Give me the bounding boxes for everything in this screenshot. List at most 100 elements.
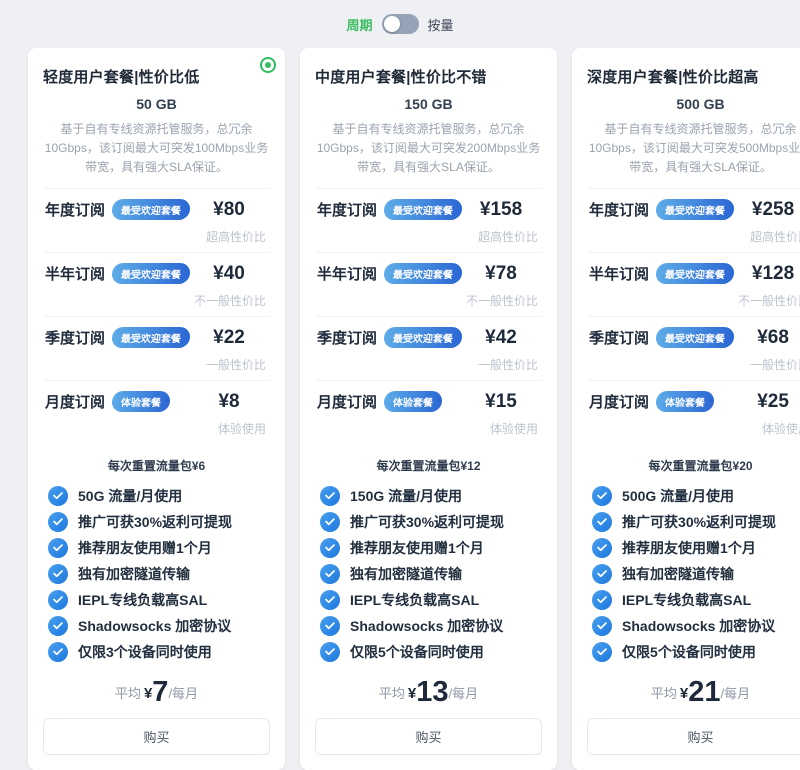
- subscription-row[interactable]: 季度订阅最受欢迎套餐¥68一般性价比: [587, 316, 800, 380]
- subscription-row[interactable]: 半年订阅最受欢迎套餐¥40不一般性价比: [43, 252, 270, 316]
- value-note: 一般性价比: [317, 356, 540, 373]
- subscription-label: 月度订阅: [589, 391, 649, 412]
- subscription-row[interactable]: 月度订阅体验套餐¥15体验使用: [315, 380, 542, 444]
- avg-suffix: /每月: [449, 686, 479, 701]
- avg-value: 13: [416, 676, 448, 708]
- subscription-row[interactable]: 年度订阅最受欢迎套餐¥258超高性价比: [587, 188, 800, 252]
- card-description: 基于自有专线资源托管服务，总冗余 10Gbps，该订阅最大可突发500Mbps业…: [588, 120, 800, 178]
- subscription-price: ¥78: [462, 263, 540, 285]
- selected-plan-icon: [260, 57, 276, 73]
- value-note: 一般性价比: [589, 356, 800, 373]
- subscription-row[interactable]: 季度订阅最受欢迎套餐¥22一般性价比: [43, 316, 270, 380]
- check-icon: [592, 538, 612, 558]
- subscription-row[interactable]: 年度订阅最受欢迎套餐¥158超高性价比: [315, 188, 542, 252]
- check-icon: [592, 642, 612, 662]
- popular-badge: 最受欢迎套餐: [655, 263, 734, 284]
- feature-item: IEPL专线负载高SAL: [320, 587, 542, 613]
- subscription-row[interactable]: 半年订阅最受欢迎套餐¥78不一般性价比: [315, 252, 542, 316]
- feature-text: Shadowsocks 加密协议: [622, 616, 775, 636]
- avg-currency: ¥: [680, 685, 688, 702]
- feature-item: 推广可获30%返利可提现: [320, 509, 542, 535]
- pricing-rows: 年度订阅最受欢迎套餐¥158超高性价比半年订阅最受欢迎套餐¥78不一般性价比季度…: [315, 188, 542, 444]
- toggle-label-metered[interactable]: 按量: [428, 15, 454, 34]
- value-note: 体验使用: [45, 420, 268, 437]
- feature-item: Shadowsocks 加密协议: [320, 613, 542, 639]
- check-icon: [592, 486, 612, 506]
- buy-button[interactable]: 购买: [43, 718, 270, 755]
- popular-badge: 最受欢迎套餐: [655, 327, 734, 348]
- pricing-card: 中度用户套餐|性价比不错 150 GB 基于自有专线资源托管服务，总冗余 10G…: [300, 48, 557, 770]
- avg-prefix: 平均: [651, 686, 677, 701]
- popular-badge: 最受欢迎套餐: [383, 263, 462, 284]
- buy-button[interactable]: 购买: [587, 718, 800, 755]
- check-icon: [592, 616, 612, 636]
- subscription-label: 年度订阅: [589, 199, 649, 220]
- feature-text: 仅限5个设备同时使用: [350, 642, 484, 662]
- subscription-row[interactable]: 月度订阅体验套餐¥8体验使用: [43, 380, 270, 444]
- feature-text: 推荐朋友使用赠1个月: [622, 538, 756, 558]
- buy-button[interactable]: 购买: [315, 718, 542, 755]
- subscription-row[interactable]: 季度订阅最受欢迎套餐¥42一般性价比: [315, 316, 542, 380]
- card-title: 中度用户套餐|性价比不错: [315, 66, 542, 87]
- check-icon: [320, 642, 340, 662]
- avg-currency: ¥: [408, 685, 416, 702]
- subscription-price: ¥25: [734, 391, 800, 413]
- check-icon: [320, 616, 340, 636]
- subscription-label: 年度订阅: [317, 199, 377, 220]
- trial-badge: 体验套餐: [383, 391, 442, 412]
- subscription-row[interactable]: 年度订阅最受欢迎套餐¥80超高性价比: [43, 188, 270, 252]
- feature-text: 150G 流量/月使用: [350, 486, 462, 506]
- feature-text: IEPL专线负载高SAL: [350, 590, 479, 610]
- check-icon: [48, 564, 68, 584]
- feature-text: 推广可获30%返利可提现: [78, 512, 232, 532]
- popular-badge: 最受欢迎套餐: [383, 199, 462, 220]
- card-quota: 50 GB: [43, 96, 270, 112]
- subscription-label: 半年订阅: [45, 263, 105, 284]
- feature-text: 独有加密隧道传输: [622, 564, 734, 584]
- pricing-rows: 年度订阅最受欢迎套餐¥80超高性价比半年订阅最受欢迎套餐¥40不一般性价比季度订…: [43, 188, 270, 444]
- feature-item: 推荐朋友使用赠1个月: [320, 535, 542, 561]
- avg-currency: ¥: [144, 685, 152, 702]
- subscription-price: ¥42: [462, 327, 540, 349]
- feature-list: 50G 流量/月使用推广可获30%返利可提现推荐朋友使用赠1个月独有加密隧道传输…: [43, 483, 270, 665]
- subscription-price: ¥128: [734, 263, 800, 285]
- check-icon: [48, 538, 68, 558]
- average-price-line: 平均¥13/每月: [315, 678, 542, 707]
- subscription-row[interactable]: 半年订阅最受欢迎套餐¥128 不一般性价比: [587, 252, 800, 316]
- feature-item: 独有加密隧道传输: [48, 561, 270, 587]
- switch-knob: [384, 16, 400, 32]
- feature-text: 独有加密隧道传输: [350, 564, 462, 584]
- feature-item: IEPL专线负载高SAL: [592, 587, 800, 613]
- subscription-row[interactable]: 月度订阅体验套餐¥25体验使用: [587, 380, 800, 444]
- feature-item: IEPL专线负载高SAL: [48, 587, 270, 613]
- check-icon: [320, 564, 340, 584]
- check-icon: [48, 616, 68, 636]
- toggle-label-cycle[interactable]: 周期: [346, 15, 372, 34]
- check-icon: [48, 590, 68, 610]
- billing-mode-switch[interactable]: [382, 14, 419, 34]
- feature-text: Shadowsocks 加密协议: [350, 616, 503, 636]
- subscription-label: 月度订阅: [45, 391, 105, 412]
- feature-item: 仅限5个设备同时使用: [320, 639, 542, 665]
- pricing-card: 深度用户套餐|性价比超高 500 GB 基于自有专线资源托管服务，总冗余 10G…: [572, 48, 800, 770]
- feature-text: Shadowsocks 加密协议: [78, 616, 231, 636]
- feature-text: 推广可获30%返利可提现: [622, 512, 776, 532]
- value-note: 超高性价比: [589, 228, 800, 245]
- popular-badge: 最受欢迎套餐: [655, 199, 734, 220]
- subscription-label: 季度订阅: [317, 327, 377, 348]
- value-note: 一般性价比: [45, 356, 268, 373]
- feature-item: 50G 流量/月使用: [48, 483, 270, 509]
- pricing-rows: 年度订阅最受欢迎套餐¥258超高性价比半年订阅最受欢迎套餐¥128不一般性价比季…: [587, 188, 800, 444]
- feature-item: 推广可获30%返利可提现: [592, 509, 800, 535]
- billing-mode-toggle-bar: 周期 按量: [0, 0, 800, 36]
- subscription-price: ¥158: [462, 199, 540, 221]
- feature-item: 500G 流量/月使用: [592, 483, 800, 509]
- check-icon: [592, 512, 612, 532]
- avg-suffix: /每月: [168, 686, 198, 701]
- value-note: 不一般性价比: [589, 292, 800, 309]
- check-icon: [320, 538, 340, 558]
- subscription-label: 季度订阅: [45, 327, 105, 348]
- subscription-label: 半年订阅: [589, 263, 649, 284]
- feature-item: 独有加密隧道传输: [320, 561, 542, 587]
- check-icon: [592, 564, 612, 584]
